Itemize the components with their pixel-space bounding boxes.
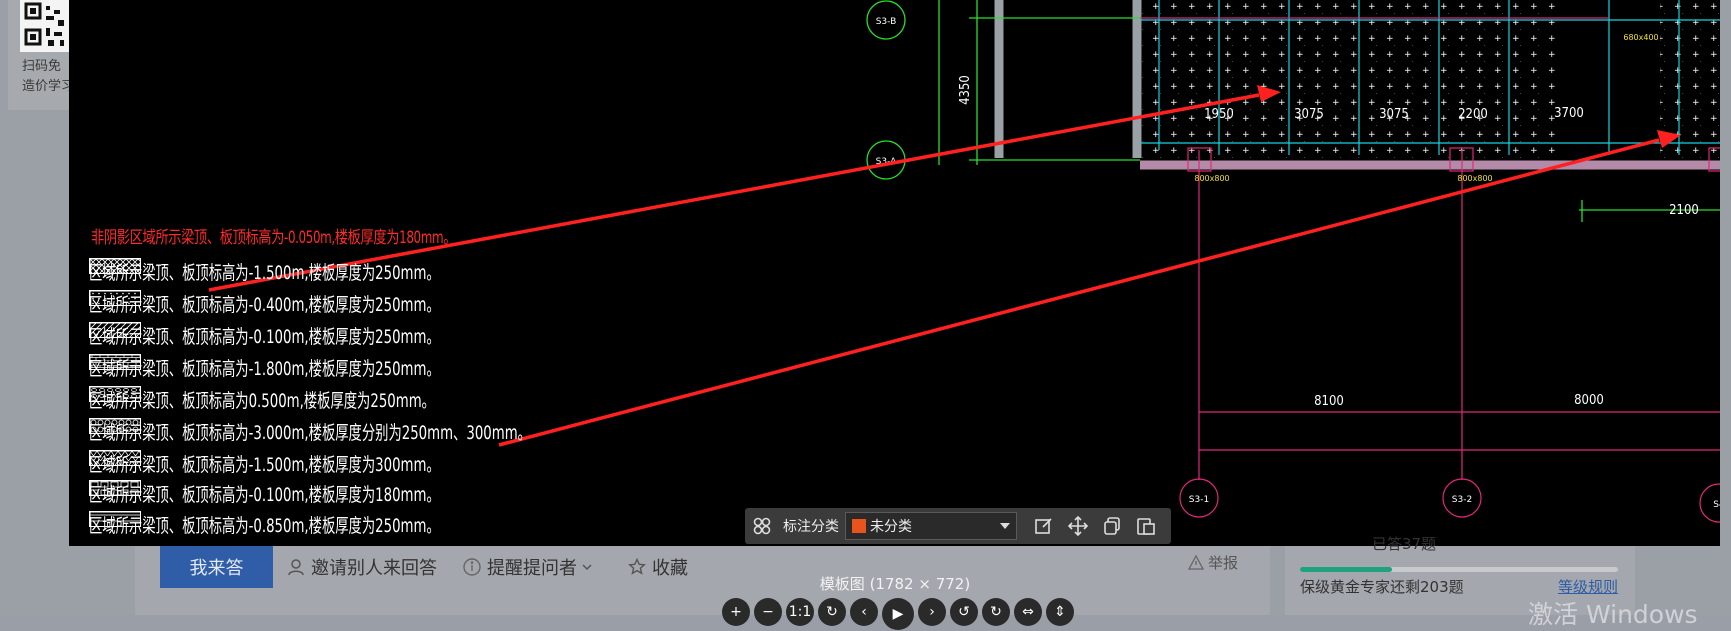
flip-horizontal-icon[interactable]: ⇔ [1014,598,1042,626]
dim-8000: 8000 [1574,393,1604,408]
category-select-value: 未分类 [870,519,912,535]
legend-item: 区域所示梁顶、板顶标高为-0.850m,楼板厚度为250mm。 [89,511,590,537]
copy-icon[interactable] [1098,512,1126,540]
gold-expert-status: 保级黄金专家还剩203题 [1300,578,1464,596]
axis-label-s32: S3-2 [1452,495,1472,505]
category-label: 标注分类 [783,519,839,535]
dim-3700: 3700 [1554,106,1584,121]
edit-icon[interactable] [1030,512,1058,540]
zoom-out-icon[interactable]: − [754,598,782,626]
legend-item: 区域所示梁顶、板顶标高为-0.100m,楼板厚度为250mm。 [89,322,590,348]
play-icon[interactable]: ▶ [882,598,914,630]
zoom-in-icon[interactable]: + [722,598,750,626]
image-viewer[interactable]: +· [69,0,1720,546]
dim-3075-a: 3075 [1294,107,1324,122]
dim-3075-b: 3075 [1379,107,1409,122]
dim-1950: 1950 [1204,107,1234,122]
chevron-down-icon [1000,523,1010,529]
legend-item: 区域所示梁顶、板顶标高为-1.800m,楼板厚度为250mm。 [89,354,590,380]
annotation-toolbar: 标注分类 未分类 [745,508,1171,544]
legend-item: 区域所示梁顶、板顶标高为-1.500m,楼板厚度为300mm。 [89,450,590,476]
level-progress-fill [1300,567,1393,572]
legend-item: 区域所示梁顶、板顶标高为0.500m,楼板厚度为250mm。 [89,386,583,412]
dim-col-a: 800x800 [1194,174,1229,183]
legend-text: 区域所示梁顶、板顶标高为-0.850m,楼板厚度为250mm。 [89,514,440,537]
answered-count: 已答37题 [1372,535,1437,553]
report-button[interactable]: 举报 [1188,552,1238,573]
axis-label-s3b: S3-B [876,17,897,27]
flip-vertical-icon[interactable]: ⇕ [1046,598,1074,626]
prev-icon[interactable]: ‹ [850,598,878,626]
move-icon[interactable] [1064,512,1092,540]
chevron-down-icon [581,561,593,573]
report-label: 举报 [1208,554,1239,572]
dim-8100: 8100 [1314,394,1344,409]
rotate-right-icon[interactable]: ↻ [982,598,1010,626]
legend-text: 区域所示梁顶、板顶标高为-0.100m,楼板厚度为180mm。 [89,483,440,506]
legend-text: 区域所示梁顶、板顶标高为0.500m,楼板厚度为250mm。 [89,389,435,412]
legend-text: 区域所示梁顶、板顶标高为-1.800m,楼板厚度为250mm。 [89,357,440,380]
category-select[interactable]: 未分类 [845,512,1017,540]
axis-label-s4: S4 [1713,500,1720,510]
annotation-arrow-2 [498,138,1660,447]
legend-text: 区域所示梁顶、板顶标高为-3.000m,楼板厚度分别为250mm、300mm。 [89,421,531,444]
dim-beam: 680x400 [1623,33,1658,42]
category-color-swatch [852,519,866,533]
next-icon[interactable]: › [918,598,946,626]
level-rule-link[interactable]: 等级规则 [1558,576,1618,597]
windows-activation-watermark: 激活 Windows [1528,600,1698,629]
legend-text: 区域所示梁顶、板顶标高为-1.500m,楼板厚度为250mm。 [89,261,440,284]
rotate-left-icon[interactable]: ↺ [950,598,978,626]
level-progress-bar [1300,567,1618,572]
dim-2200: 2200 [1458,107,1488,122]
reset-icon[interactable]: ↻ [818,598,846,626]
legend-item: 区域所示梁顶、板顶标高为-3.000m,楼板厚度分别为250mm、300mm。 [89,418,720,444]
legend-text: 区域所示梁顶、板顶标高为-1.500m,楼板厚度为300mm。 [89,453,440,476]
legend-note: 非阴影区域所示梁顶、板顶标高为-0.050m,楼板厚度为180mm。 [91,228,457,248]
viewer-controls: + − 1:1 ↻ ‹ ▶ › ↺ ↻ ⇔ ⇕ [722,598,1078,630]
qr-code-icon [20,0,72,52]
legend-text: 区域所示梁顶、板顶标高为-0.100m,楼板厚度为250mm。 [89,325,440,348]
image-caption: 模板图 (1782 × 772) [819,575,971,593]
dim-4350: 4350 [958,75,973,105]
paste-icon[interactable] [1132,512,1160,540]
warning-icon [1188,554,1204,571]
axis-label-s31: S3-1 [1189,495,1209,505]
legend-item: 区域所示梁顶、板顶标高为-0.100m,楼板厚度为180mm。 [89,480,590,506]
dim-col-b: 800x800 [1457,174,1492,183]
qr-card[interactable]: 扫码免 造价学习 [8,0,74,110]
legend-text: 区域所示梁顶、板顶标高为-0.400m,楼板厚度为250mm。 [89,293,440,316]
grid-icon[interactable] [748,512,776,540]
original-size-icon[interactable]: 1:1 [786,598,814,626]
legend-item: 区域所示梁顶、板顶标高为-0.400m,楼板厚度为250mm。 [89,290,590,316]
dim-2100: 2100 [1669,203,1699,218]
legend-item: 区域所示梁顶、板顶标高为-1.500m,楼板厚度为250mm。 [89,258,590,284]
